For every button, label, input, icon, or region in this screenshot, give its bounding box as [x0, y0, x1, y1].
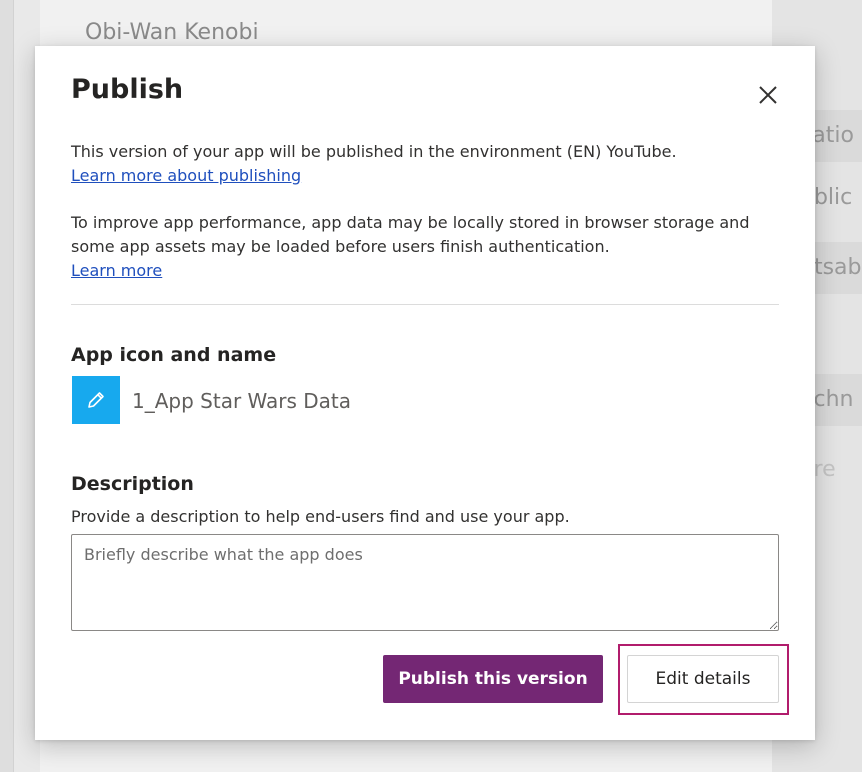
performance-info: To improve app performance, app data may… [71, 211, 771, 283]
publish-this-version-button[interactable]: Publish this version [383, 655, 603, 703]
left-nav-strip [0, 0, 14, 772]
learn-more-publishing-link[interactable]: Learn more about publishing [71, 164, 301, 188]
section-divider [71, 304, 779, 305]
description-help-text: Provide a description to help end-users … [71, 507, 570, 526]
background-page-title: Obi-Wan Kenobi [85, 20, 259, 45]
publish-info: This version of your app will be publish… [71, 140, 771, 188]
learn-more-link[interactable]: Learn more [71, 259, 162, 283]
description-input[interactable] [71, 534, 779, 631]
environment-text: This version of your app will be publish… [71, 142, 677, 161]
publish-dialog: Publish This version of your app will be… [35, 46, 815, 740]
app-icon-tile[interactable] [72, 376, 120, 424]
description-heading: Description [71, 473, 194, 495]
close-button[interactable] [751, 78, 785, 112]
dialog-title: Publish [71, 74, 184, 105]
app-name: 1_App Star Wars Data [132, 389, 352, 413]
pencil-icon [88, 392, 104, 408]
close-icon [759, 86, 777, 104]
performance-text: To improve app performance, app data may… [71, 213, 750, 256]
app-icon-name-heading: App icon and name [71, 344, 277, 366]
edit-details-button[interactable]: Edit details [627, 655, 779, 703]
